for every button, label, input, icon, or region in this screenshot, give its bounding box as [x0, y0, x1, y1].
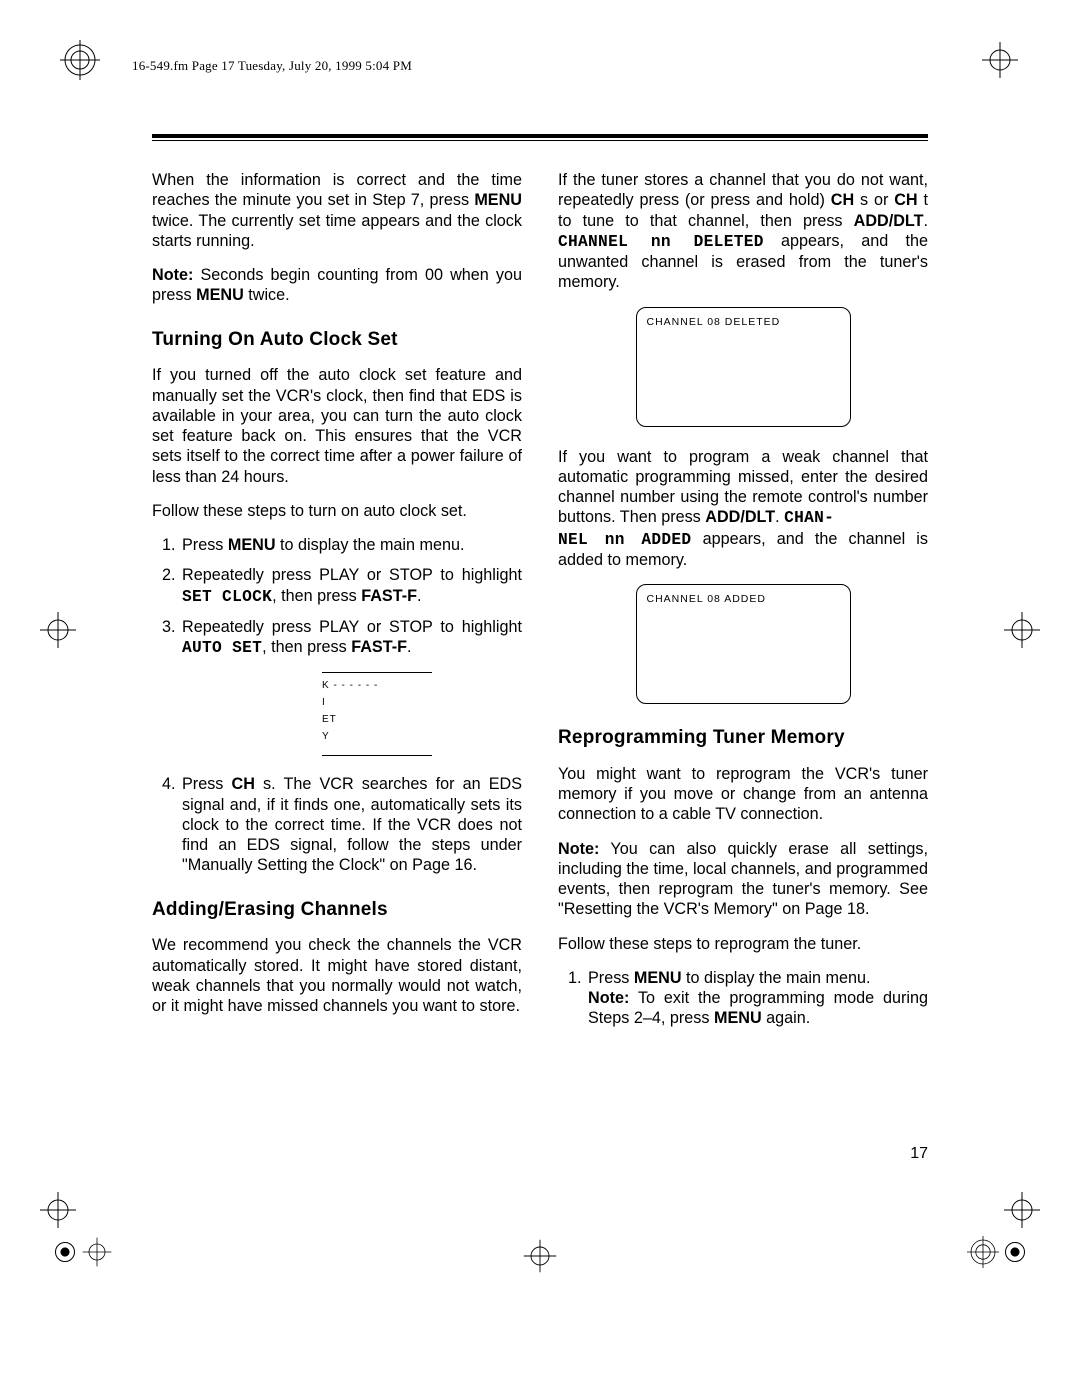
body-text: Note: You can also quickly erase all set…	[558, 839, 928, 920]
crosshair-icon	[38, 1190, 78, 1230]
note-label: Note:	[588, 989, 629, 1007]
osd-screen: CHANNEL 08 ADDED	[636, 584, 851, 704]
page-number: 17	[910, 1145, 928, 1163]
body-text: If you turned off the auto clock set fea…	[152, 365, 522, 487]
body-text: Follow these steps to reprogram the tune…	[558, 934, 928, 954]
registration-mark-icon	[965, 1240, 1025, 1264]
section-heading: Reprogramming Tuner Memory	[558, 726, 928, 750]
numbered-list: Press MENU to display the main menu.Note…	[558, 968, 928, 1029]
page-header: 16-549.fm Page 17 Tuesday, July 20, 1999…	[132, 58, 412, 74]
registration-mark-icon	[55, 1240, 115, 1264]
numbered-list: Press CH s. The VCR searches for an EDS …	[152, 774, 522, 875]
left-column: When the information is correct and the …	[152, 170, 522, 1043]
list-item: Repeatedly press PLAY or STOP to highlig…	[180, 565, 522, 607]
body-text: Follow these steps to turn on auto clock…	[152, 501, 522, 521]
crosshair-icon	[1002, 1190, 1042, 1230]
osd-screen: CHANNEL 08 DELETED	[636, 307, 851, 427]
registration-mark-icon	[60, 40, 100, 80]
osd-fragment: K - - - - - - I ET Y	[322, 672, 432, 756]
crosshair-icon	[38, 610, 78, 650]
body-text: If you want to program a weak channel th…	[558, 447, 928, 571]
list-item: Press MENU to display the main menu.	[180, 535, 522, 555]
section-heading: Turning On Auto Clock Set	[152, 328, 522, 352]
list-item: Repeatedly press PLAY or STOP to highlig…	[180, 617, 522, 659]
section-heading: Adding/Erasing Channels	[152, 898, 522, 922]
right-column: If the tuner stores a channel that you d…	[558, 170, 928, 1043]
numbered-list: Press MENU to display the main menu. Rep…	[152, 535, 522, 658]
body-text: You might want to reprogram the VCR's tu…	[558, 764, 928, 825]
note-label: Note:	[152, 266, 193, 284]
content-columns: When the information is correct and the …	[152, 170, 928, 1043]
crosshair-icon	[980, 40, 1020, 80]
body-text: When the information is correct and the …	[152, 170, 522, 251]
divider	[152, 134, 928, 141]
body-text: Note: Seconds begin counting from 00 whe…	[152, 265, 522, 306]
crosshair-icon	[1002, 610, 1042, 650]
body-text: We recommend you check the channels the …	[152, 935, 522, 1016]
list-item: Press CH s. The VCR searches for an EDS …	[180, 774, 522, 875]
body-text: If the tuner stores a channel that you d…	[558, 170, 928, 293]
crosshair-icon	[522, 1238, 558, 1279]
list-item: Press MENU to display the main menu.Note…	[586, 968, 928, 1029]
note-label: Note:	[558, 840, 599, 858]
